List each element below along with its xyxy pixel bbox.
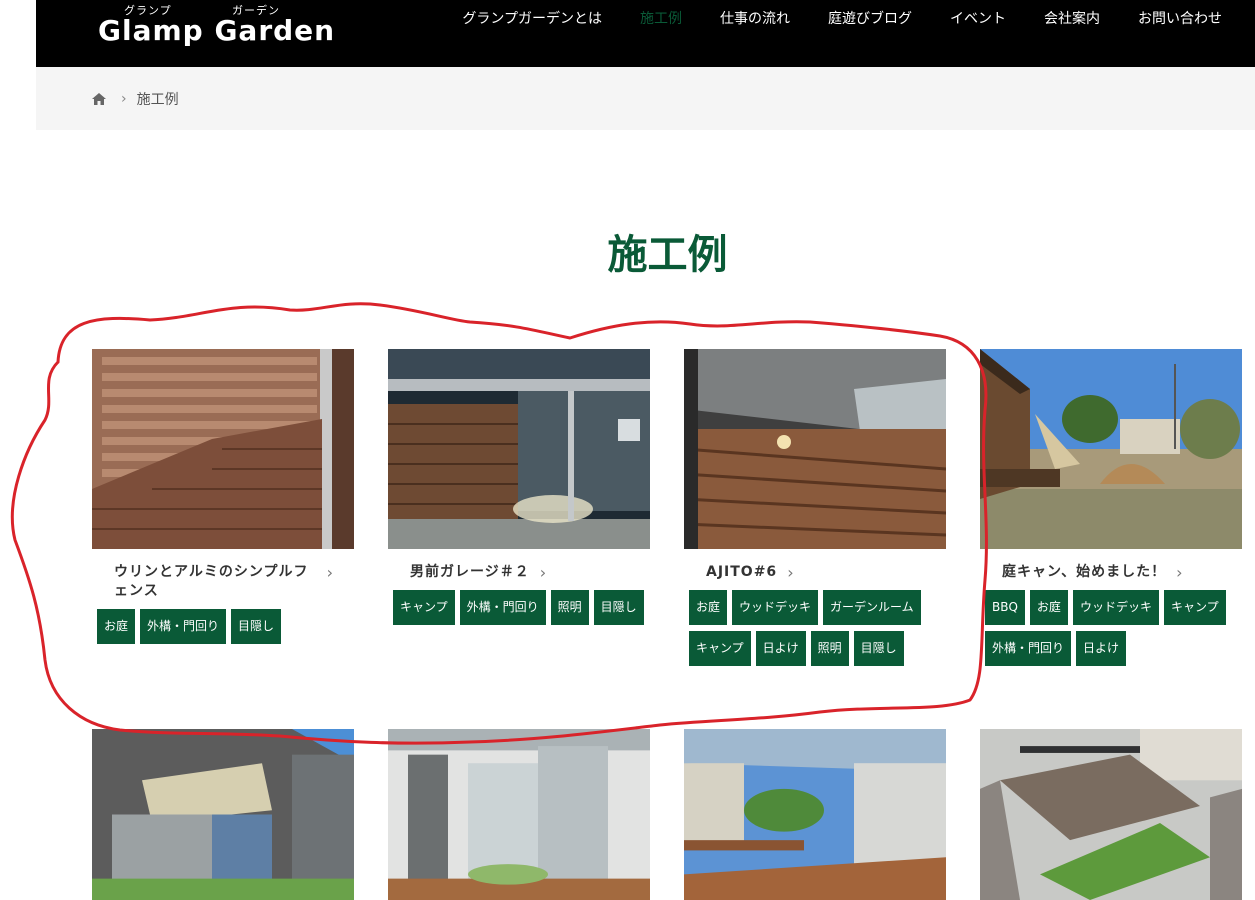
breadcrumb-separator: › [121,90,127,107]
home-icon[interactable] [91,92,107,106]
work-title-text: 男前ガレージ＃２ [410,564,530,580]
breadcrumb-current: 施工例 [136,91,179,108]
tag-list: お庭 外構・門回り 目隠し [92,601,354,644]
work-card[interactable]: 庭キャン、始めました！ › BBQ お庭 ウッドデッキ キャンプ 外構・門回り … [980,349,1242,666]
tag[interactable]: 目隠し [593,590,644,625]
work-title-text: 庭キャン、始めました！ [1002,564,1167,580]
tag[interactable]: お庭 [689,590,728,625]
tag[interactable]: 照明 [550,590,589,625]
tag[interactable]: 外構・門回り [459,590,546,625]
work-title-text: AJITO#6 [706,564,778,580]
work-photo[interactable] [684,349,946,549]
tag[interactable]: ウッドデッキ [732,590,819,625]
tag-list: お庭 ウッドデッキ ガーデンルーム キャンプ 日よけ 照明 目隠し [684,582,946,666]
nav-about[interactable]: グランプガーデンとは [443,0,621,36]
work-card[interactable]: AJITO#6 › お庭 ウッドデッキ ガーデンルーム キャンプ 日よけ 照明 … [684,349,946,666]
tag[interactable]: キャンプ [689,631,751,666]
work-title[interactable]: ウリンとアルミのシンプルフェンス › [92,549,354,601]
tag[interactable]: ウッドデッキ [1072,590,1159,625]
nav-workflow[interactable]: 仕事の流れ [701,0,809,36]
work-card[interactable] [980,729,1242,900]
tag[interactable]: 目隠し [853,631,904,666]
tag[interactable]: お庭 [1029,590,1068,625]
work-photo[interactable] [388,349,650,549]
tag[interactable]: 外構・門回り [985,631,1072,666]
breadcrumb: › 施工例 [36,67,1255,130]
work-card[interactable] [684,729,946,900]
tag-list: BBQ お庭 ウッドデッキ キャンプ 外構・門回り 日よけ [980,582,1242,666]
nav-blog[interactable]: 庭遊びブログ [809,0,931,36]
tag-list: キャンプ 外構・門回り 照明 目隠し [388,582,650,625]
main-nav: グランプガーデンとは 施工例 仕事の流れ 庭遊びブログ イベント 会社案内 お問… [443,0,1241,36]
work-photo[interactable] [92,729,354,900]
work-photo[interactable] [980,729,1242,900]
tag[interactable]: 目隠し [231,609,282,644]
chevron-right-icon: › [326,563,334,582]
work-photo[interactable] [388,729,650,900]
tag[interactable]: キャンプ [393,590,455,625]
work-photo[interactable] [92,349,354,549]
work-card[interactable]: ウリンとアルミのシンプルフェンス › お庭 外構・門回り 目隠し [92,349,354,644]
page-title: 施工例 [607,231,728,278]
nav-works[interactable]: 施工例 [621,0,701,36]
chevron-right-icon: › [787,563,795,582]
tag[interactable]: お庭 [97,609,136,644]
tag[interactable]: 照明 [810,631,849,666]
work-card[interactable] [388,729,650,900]
site-header: グランプ ガーデン Glamp Garden グランプガーデンとは 施工例 仕事… [36,0,1255,67]
tag[interactable]: 日よけ [1076,631,1127,666]
work-card[interactable] [92,729,354,900]
work-card[interactable]: 男前ガレージ＃２ › キャンプ 外構・門回り 照明 目隠し [388,349,650,625]
nav-company[interactable]: 会社案内 [1025,0,1119,36]
tag[interactable]: 日よけ [755,631,806,666]
work-title[interactable]: 男前ガレージ＃２ › [388,549,650,582]
tag[interactable]: 外構・門回り [140,609,227,644]
work-photo[interactable] [980,349,1242,549]
work-title-text: ウリンとアルミのシンプルフェンス [114,564,309,599]
logo-name: Glamp Garden [98,14,336,47]
nav-events[interactable]: イベント [931,0,1025,36]
tag[interactable]: キャンプ [1163,590,1226,625]
nav-contact[interactable]: お問い合わせ [1119,0,1241,36]
chevron-right-icon: › [1176,563,1184,582]
work-photo[interactable] [684,729,946,900]
work-title[interactable]: 庭キャン、始めました！ › [980,549,1242,582]
tag[interactable]: BBQ [985,590,1025,625]
tag[interactable]: ガーデンルーム [823,590,921,625]
chevron-right-icon: › [539,563,548,582]
work-title[interactable]: AJITO#6 › [684,549,946,582]
